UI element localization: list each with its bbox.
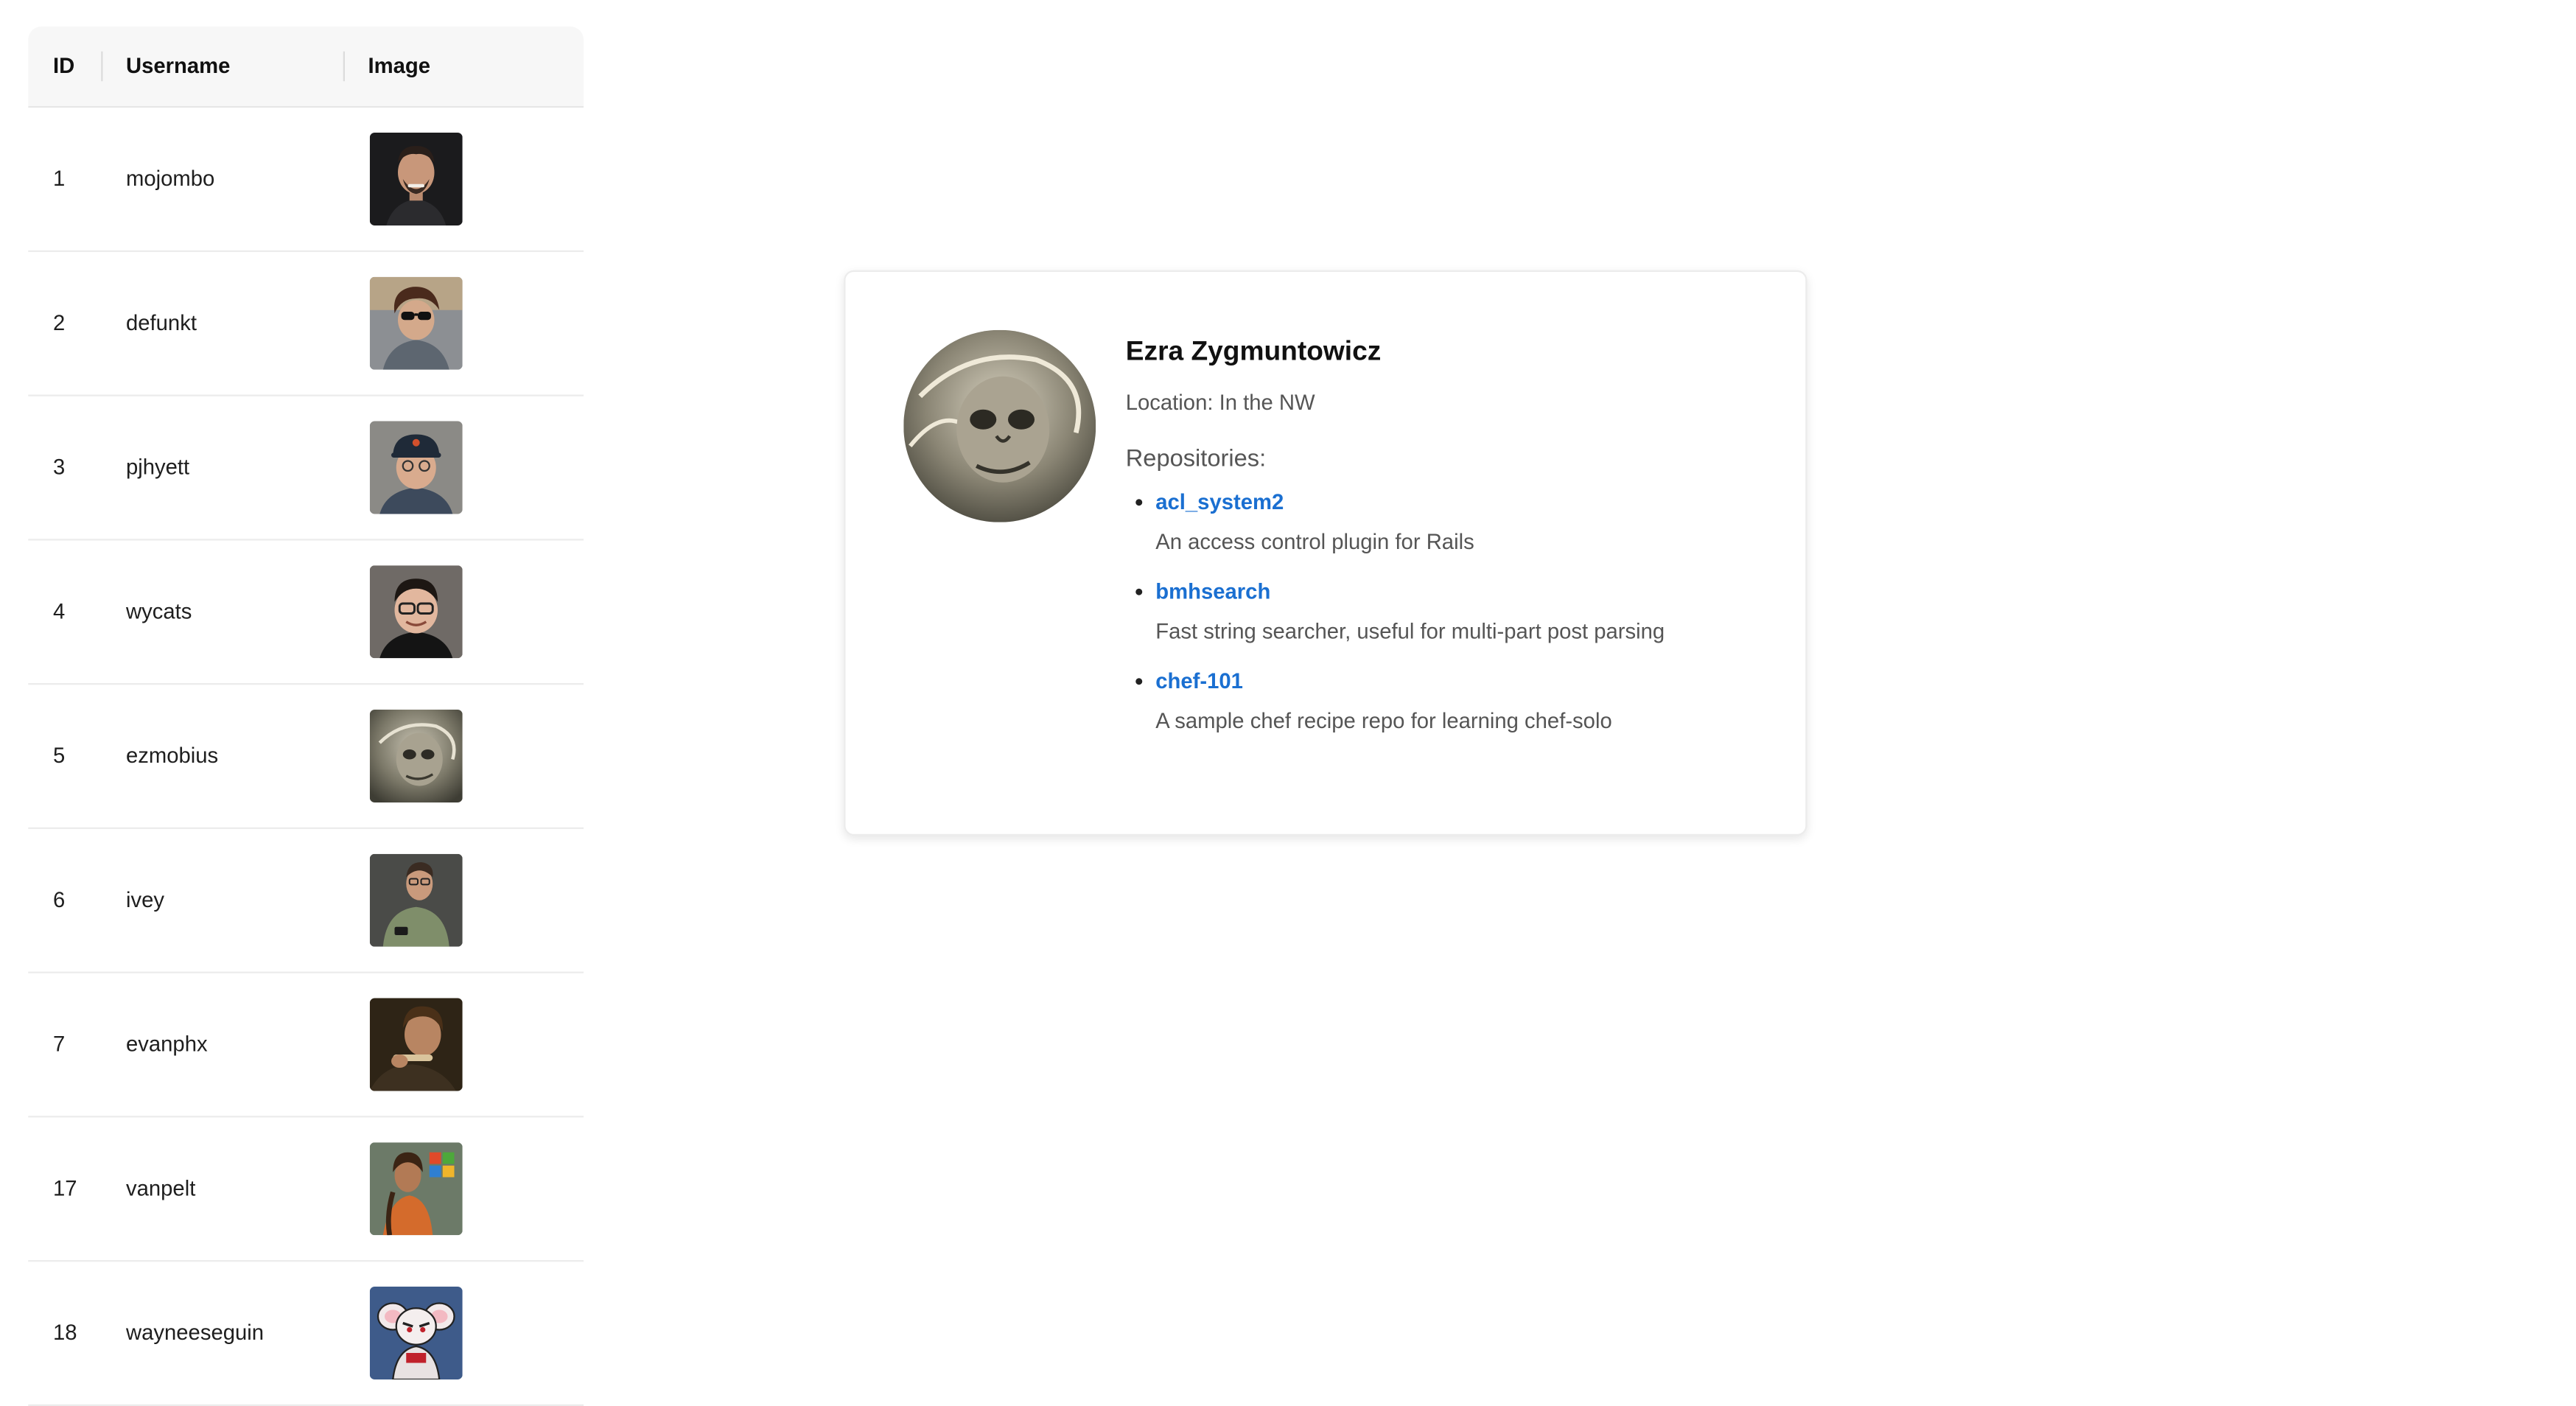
table-row[interactable]: 7 evanphx <box>28 973 584 1118</box>
user-avatar-icon[interactable] <box>369 276 463 370</box>
table-row[interactable]: 6 ivey <box>28 829 584 973</box>
cell-id: 17 <box>53 1175 77 1200</box>
cell-id: 5 <box>53 743 66 768</box>
cell-username: wayneeseguin <box>126 1320 265 1345</box>
cell-id: 18 <box>53 1320 77 1345</box>
user-avatar-icon[interactable] <box>369 710 463 802</box>
cell-id: 1 <box>53 166 66 191</box>
profile-card: Ezra Zygmuntowicz Location: In the NW Re… <box>844 270 1807 836</box>
app-stage: ID Username Image 1 mojombo 2 defunkt 3 … <box>0 0 2576 1406</box>
repository-description: Fast string searcher, useful for multi-p… <box>1155 618 1665 643</box>
repository-link[interactable]: acl_system2 <box>1155 488 1789 518</box>
table-row[interactable]: 4 wycats <box>28 541 584 685</box>
cell-id: 3 <box>53 454 66 480</box>
table-row[interactable]: 5 ezmobius <box>28 685 584 829</box>
user-avatar-icon[interactable] <box>369 565 463 659</box>
cell-username: mojombo <box>126 166 215 191</box>
repository-item: chef-101 A sample chef recipe repo for l… <box>1126 667 1789 737</box>
profile-location: Location: In the NW <box>1125 389 1315 415</box>
column-divider <box>343 51 345 82</box>
table-row[interactable]: 18 wayneeseguin <box>28 1262 584 1406</box>
table-row[interactable]: 1 mojombo <box>28 108 584 252</box>
profile-info: Ezra Zygmuntowicz Location: In the NW Re… <box>1126 332 1789 756</box>
cell-username: pjhyett <box>126 454 190 480</box>
table-header: ID Username Image <box>28 27 584 108</box>
user-avatar-icon[interactable] <box>369 421 463 514</box>
repository-description: An access control plugin for Rails <box>1155 528 1474 554</box>
bullet-icon <box>1135 499 1143 506</box>
cell-username: ivey <box>126 886 165 912</box>
cell-username: ezmobius <box>126 743 219 768</box>
user-avatar-icon[interactable] <box>369 1142 463 1236</box>
user-avatar-icon[interactable] <box>369 1287 463 1379</box>
bullet-icon <box>1135 678 1143 685</box>
cell-username: defunkt <box>126 309 197 335</box>
cell-id: 4 <box>53 598 66 623</box>
table-row[interactable]: 17 vanpelt <box>28 1118 584 1262</box>
column-header-username: Username <box>126 53 231 78</box>
table-row[interactable]: 2 defunkt <box>28 252 584 396</box>
cell-id: 6 <box>53 886 66 912</box>
table-row[interactable]: 3 pjhyett <box>28 396 584 541</box>
repository-link[interactable]: chef-101 <box>1155 667 1789 697</box>
repository-description: A sample chef recipe repo for learning c… <box>1155 707 1612 733</box>
repository-item: bmhsearch Fast string searcher, useful f… <box>1126 577 1789 647</box>
cell-username: evanphx <box>126 1031 208 1057</box>
repository-list: acl_system2 An access control plugin for… <box>1126 488 1789 737</box>
user-avatar-icon[interactable] <box>369 853 463 947</box>
profile-name: Ezra Zygmuntowicz <box>1125 336 1382 367</box>
users-table: ID Username Image 1 mojombo 2 defunkt 3 … <box>28 27 584 1406</box>
cell-id: 7 <box>53 1031 66 1057</box>
repository-item: acl_system2 An access control plugin for… <box>1126 488 1789 558</box>
column-header-image: Image <box>368 53 431 78</box>
bullet-icon <box>1135 588 1143 595</box>
repositories-heading: Repositories: <box>1125 446 1267 473</box>
repository-link[interactable]: bmhsearch <box>1155 577 1789 607</box>
user-avatar-icon[interactable] <box>369 133 463 225</box>
cell-id: 2 <box>53 309 66 335</box>
column-divider <box>101 51 103 82</box>
user-avatar-icon[interactable] <box>369 998 463 1091</box>
column-header-id: ID <box>53 53 75 78</box>
cell-username: wycats <box>126 598 192 623</box>
cell-username: vanpelt <box>126 1175 196 1200</box>
profile-avatar-icon <box>903 329 1096 522</box>
